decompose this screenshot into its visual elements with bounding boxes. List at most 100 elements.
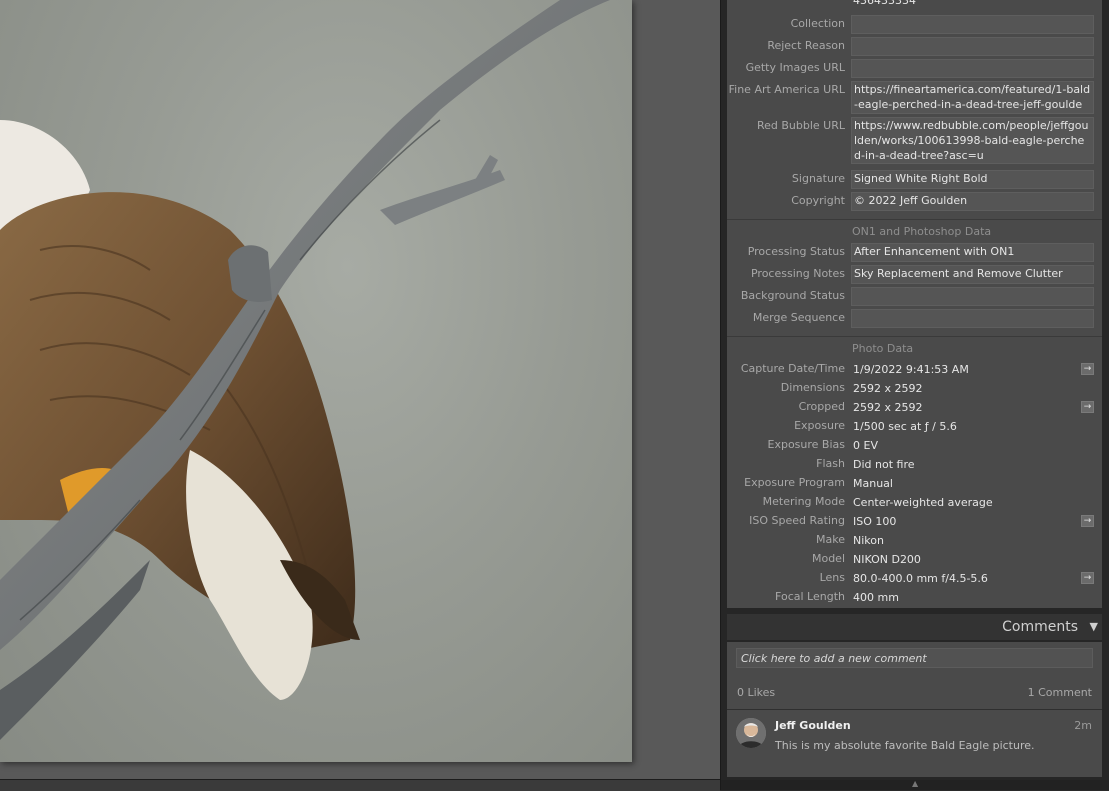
field-label: Make bbox=[816, 533, 845, 546]
copyright-field[interactable]: © 2022 Jeff Goulden bbox=[851, 192, 1094, 211]
field-label: Merge Sequence bbox=[752, 311, 845, 324]
cropped-arrow-icon[interactable]: → bbox=[1081, 401, 1094, 413]
field-label: Metering Mode bbox=[762, 495, 845, 508]
metadata-row-signature: Signature Signed White Right Bold bbox=[727, 170, 1102, 190]
getty-url-field[interactable] bbox=[851, 59, 1094, 78]
metadata-section: 436433334 Collection Reject Reason Getty… bbox=[727, 0, 1102, 608]
comment-count: 1 Comment bbox=[1027, 686, 1092, 699]
capture-date-value: 1/9/2022 9:41:53 AM bbox=[853, 363, 969, 376]
processing-notes-field[interactable]: Sky Replacement and Remove Clutter bbox=[851, 265, 1094, 284]
photo-row-make: Make Nikon bbox=[727, 532, 1102, 551]
photo-row-model: Model NIKON D200 bbox=[727, 551, 1102, 570]
red-bubble-url-field[interactable]: https://www.redbubble.com/people/jeffgou… bbox=[851, 117, 1094, 164]
cropped-value: 2592 x 2592 bbox=[853, 401, 923, 414]
photo-row-exposure-program: Exposure Program Manual bbox=[727, 475, 1102, 494]
photo-row-iso: ISO Speed Rating ISO 100 → bbox=[727, 513, 1102, 532]
field-label: Flash bbox=[816, 457, 845, 470]
new-comment-input[interactable]: Click here to add a new comment bbox=[736, 648, 1093, 668]
photo-canvas[interactable] bbox=[0, 0, 720, 791]
metadata-row-getty-url: Getty Images URL bbox=[727, 59, 1102, 79]
photo-row-lens: Lens 80.0-400.0 mm f/4.5-5.6 → bbox=[727, 570, 1102, 589]
eagle-photo-illustration bbox=[0, 0, 610, 740]
make-value: Nikon bbox=[853, 534, 884, 547]
metadata-panel: 436433334 Collection Reject Reason Getty… bbox=[720, 0, 1109, 790]
capture-date-arrow-icon[interactable]: → bbox=[1081, 363, 1094, 375]
metadata-row-reject-reason: Reject Reason bbox=[727, 37, 1102, 57]
exposure-value: 1/500 sec at ƒ / 5.6 bbox=[853, 420, 957, 433]
metadata-row-copyright: Copyright © 2022 Jeff Goulden bbox=[727, 192, 1102, 212]
expand-grip-icon[interactable]: ▲ bbox=[912, 780, 918, 788]
metadata-row-processing-notes: Processing Notes Sky Replacement and Rem… bbox=[727, 265, 1102, 285]
metadata-row-merge-sequence: Merge Sequence bbox=[727, 309, 1102, 329]
metering-mode-value: Center-weighted average bbox=[853, 496, 993, 509]
filmstrip-edge bbox=[0, 779, 720, 791]
section-divider bbox=[727, 219, 1102, 220]
exposure-program-value: Manual bbox=[853, 477, 893, 490]
collection-field[interactable] bbox=[851, 15, 1094, 34]
metadata-row-collection: Collection bbox=[727, 15, 1102, 35]
field-label: Background Status bbox=[740, 289, 845, 302]
photo-row-dimensions: Dimensions 2592 x 2592 bbox=[727, 380, 1102, 399]
photo-row-capture-date: Capture Date/Time 1/9/2022 9:41:53 AM → bbox=[727, 361, 1102, 380]
signature-field[interactable]: Signed White Right Bold bbox=[851, 170, 1094, 189]
field-label: Exposure bbox=[794, 419, 845, 432]
field-label: Lens bbox=[819, 571, 845, 584]
collapse-triangle-icon[interactable]: ▼ bbox=[1090, 620, 1098, 633]
field-label: ISO Speed Rating bbox=[749, 514, 845, 527]
field-label: Processing Status bbox=[747, 245, 845, 258]
lens-value: 80.0-400.0 mm f/4.5-5.6 bbox=[853, 572, 988, 585]
user-avatar-icon bbox=[736, 718, 766, 748]
field-label: Getty Images URL bbox=[745, 61, 845, 74]
metadata-row-processing-status: Processing Status After Enhancement with… bbox=[727, 243, 1102, 263]
iso-arrow-icon[interactable]: → bbox=[1081, 515, 1094, 527]
field-label: Reject Reason bbox=[767, 39, 845, 52]
merge-sequence-field[interactable] bbox=[851, 309, 1094, 328]
metadata-row-background-status: Background Status bbox=[727, 287, 1102, 307]
photo-row-exposure: Exposure 1/500 sec at ƒ / 5.6 bbox=[727, 418, 1102, 437]
field-label: Exposure Bias bbox=[767, 438, 846, 451]
comment-author[interactable]: Jeff Goulden bbox=[775, 719, 851, 732]
avatar bbox=[736, 718, 766, 748]
field-label: Red Bubble URL bbox=[756, 119, 845, 132]
photo-row-metering-mode: Metering Mode Center-weighted average bbox=[727, 494, 1102, 513]
field-label: Signature bbox=[791, 172, 845, 185]
field-label: Processing Notes bbox=[750, 267, 845, 280]
lens-arrow-icon[interactable]: → bbox=[1081, 572, 1094, 584]
field-label: Cropped bbox=[798, 400, 845, 413]
metadata-row-fine-art-url: Fine Art America URL https://fineartamer… bbox=[727, 81, 1102, 115]
metadata-row-red-bubble-url: Red Bubble URL https://www.redbubble.com… bbox=[727, 117, 1102, 165]
on1-section-title: ON1 and Photoshop Data bbox=[852, 225, 992, 238]
dimensions-value: 2592 x 2592 bbox=[853, 382, 923, 395]
photo-row-exposure-bias: Exposure Bias 0 EV bbox=[727, 437, 1102, 456]
comment-divider bbox=[727, 709, 1102, 710]
processing-status-field[interactable]: After Enhancement with ON1 bbox=[851, 243, 1094, 262]
comments-title: Comments bbox=[1002, 619, 1078, 635]
flash-value: Did not fire bbox=[853, 458, 915, 471]
photo-data-title: Photo Data bbox=[852, 342, 914, 355]
photo-row-focal-length: Focal Length 400 mm bbox=[727, 589, 1102, 608]
model-value: NIKON D200 bbox=[853, 553, 921, 566]
photo-row-cropped: Cropped 2592 x 2592 → bbox=[727, 399, 1102, 418]
fine-art-url-field[interactable]: https://fineartamerica.com/featured/1-ba… bbox=[851, 81, 1094, 114]
field-label: Fine Art America URL bbox=[728, 83, 845, 96]
photo-row-flash: Flash Did not fire bbox=[727, 456, 1102, 475]
comment-timestamp: 2m bbox=[1074, 719, 1092, 732]
field-label: Focal Length bbox=[775, 590, 845, 603]
field-label: Exposure Program bbox=[744, 476, 845, 489]
field-label: Model bbox=[811, 552, 845, 565]
panel-footer: ▲ bbox=[721, 780, 1109, 790]
focal-length-value: 400 mm bbox=[853, 591, 899, 604]
section-divider bbox=[727, 336, 1102, 337]
reject-reason-field[interactable] bbox=[851, 37, 1094, 56]
field-label: Collection bbox=[790, 17, 845, 30]
comments-section: Click here to add a new comment 0 Likes … bbox=[727, 642, 1102, 777]
iso-value: ISO 100 bbox=[853, 515, 897, 528]
field-label: Dimensions bbox=[780, 381, 845, 394]
field-label: Capture Date/Time bbox=[740, 362, 845, 375]
field-label: Copyright bbox=[791, 194, 845, 207]
background-status-field[interactable] bbox=[851, 287, 1094, 306]
comments-panel-header[interactable]: Comments ▼ bbox=[727, 614, 1102, 640]
exposure-bias-value: 0 EV bbox=[853, 439, 878, 452]
likes-count: 0 Likes bbox=[737, 686, 776, 699]
eagle-photo[interactable] bbox=[0, 0, 632, 762]
